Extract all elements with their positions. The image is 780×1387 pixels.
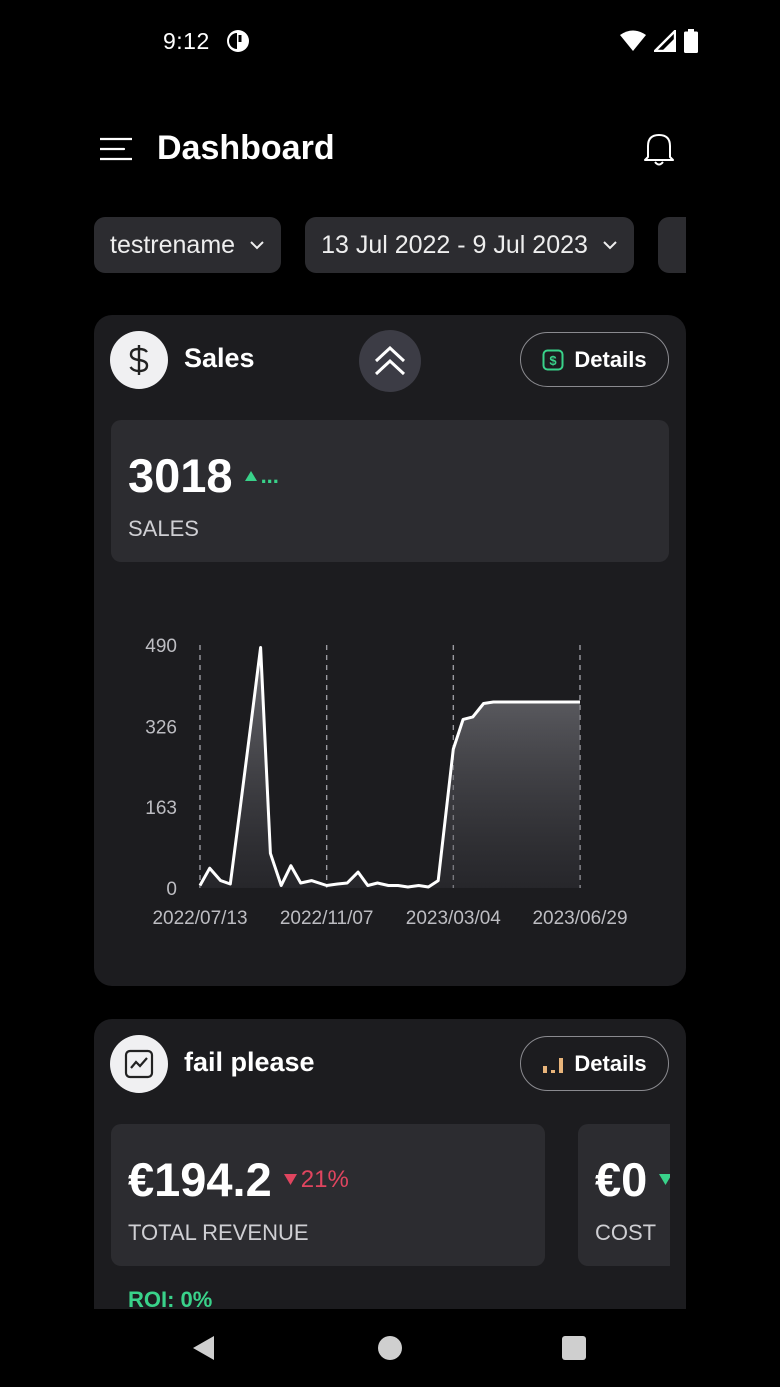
chart-y-tick-label: 163 [145,798,177,819]
status-time: 9:12 [163,28,210,54]
dollar-bill-icon: $ [542,349,564,370]
page-title: Dashboard [157,129,335,167]
fail-please-card: fail please Details €194.2 21% TOTAL REV… [94,1019,686,1309]
svg-text:$: $ [550,353,558,368]
sales-card: Sales $ Details 3018 ... SALES 2022/07/1… [94,315,686,986]
collapse-button[interactable] [359,330,421,392]
account-selector[interactable]: testrename [94,217,282,273]
sales-label: SALES [128,516,199,541]
chart-y-tick-label: 0 [166,879,177,900]
cost-metric-box: €0 COST [578,1124,670,1266]
cost-label: COST [595,1220,657,1245]
chart-x-tick-label: 2022/07/13 [152,908,247,929]
signal-icon [654,30,676,52]
revenue-value-row: €194.2 21% [128,1152,349,1207]
revenue-trend-text: 21% [300,1165,349,1193]
revenue-label: TOTAL REVENUE [128,1220,309,1245]
status-icons [620,28,698,54]
system-nav-bar [0,1309,780,1387]
triangle-up-icon [244,470,257,481]
recents-icon[interactable] [562,1336,586,1360]
sales-chart-svg: 2022/07/13 2022/11/07 2023/03/04 2023/06/29… [145,636,627,929]
triangle-down-icon [659,1174,670,1185]
triangle-down-icon [283,1174,297,1185]
wifi-icon [620,30,646,51]
chart-x-tick-label: 2023/06/29 [532,908,627,929]
home-icon[interactable] [378,1336,402,1360]
sales-card-title: Sales [184,343,255,373]
chart-y-tick-label: 326 [145,717,177,738]
fail-icon-badge [110,1035,168,1093]
sales-metric-value-row: 3018 ... [128,448,279,503]
sales-chart: 2022/07/13 2022/11/07 2023/03/04 2023/06/29… [94,605,686,965]
cost-value: €0 [595,1153,648,1206]
date-range-selector[interactable]: 13 Jul 2022 - 9 Jul 2023 [305,217,634,273]
cost-value-row: €0 [595,1152,670,1207]
details-label: Details [574,346,647,372]
back-icon[interactable] [192,1335,216,1361]
filter-bar: testrename 13 Jul 2022 - 9 Jul 2023 [94,217,686,274]
chart-y-tick-label: 490 [145,636,177,657]
sales-value: 3018 [128,449,233,502]
data-saver-icon [227,30,249,52]
chart-x-tick-label: 2022/11/07 [280,908,374,929]
account-selector-label: testrename [110,230,236,259]
revenue-value: €194.2 [128,1153,272,1206]
app-header: Dashboard [94,120,686,180]
chevron-down-icon [603,241,617,250]
menu-icon[interactable] [100,136,132,162]
details-label: Details [574,1050,647,1076]
sales-trend: ... [244,462,279,489]
chevron-down-icon [250,241,264,250]
dollar-icon [129,345,149,375]
sales-icon-badge [110,331,168,389]
bell-icon[interactable] [642,131,676,167]
sales-details-button[interactable]: $ Details [520,332,669,387]
revenue-trend: 21% [283,1165,349,1194]
sales-trend-text: ... [260,462,279,488]
roi-text: ROI: 0% [128,1287,213,1309]
sales-metric-box: 3018 ... SALES [111,420,669,562]
fail-details-button[interactable]: Details [520,1036,669,1091]
status-bar: 9:12 [0,0,780,82]
filter-chip-overflow[interactable] [657,217,686,273]
double-chevron-up-icon [374,346,406,376]
chart-x-tick-label: 2023/03/04 [406,908,502,929]
battery-icon [684,29,698,53]
bar-chart-icon [543,1057,564,1073]
trend-chart-icon [124,1049,154,1079]
date-range-label: 13 Jul 2022 - 9 Jul 2023 [321,230,588,259]
fail-card-title: fail please [184,1047,315,1077]
revenue-metric-box: €194.2 21% TOTAL REVENUE [111,1124,545,1266]
